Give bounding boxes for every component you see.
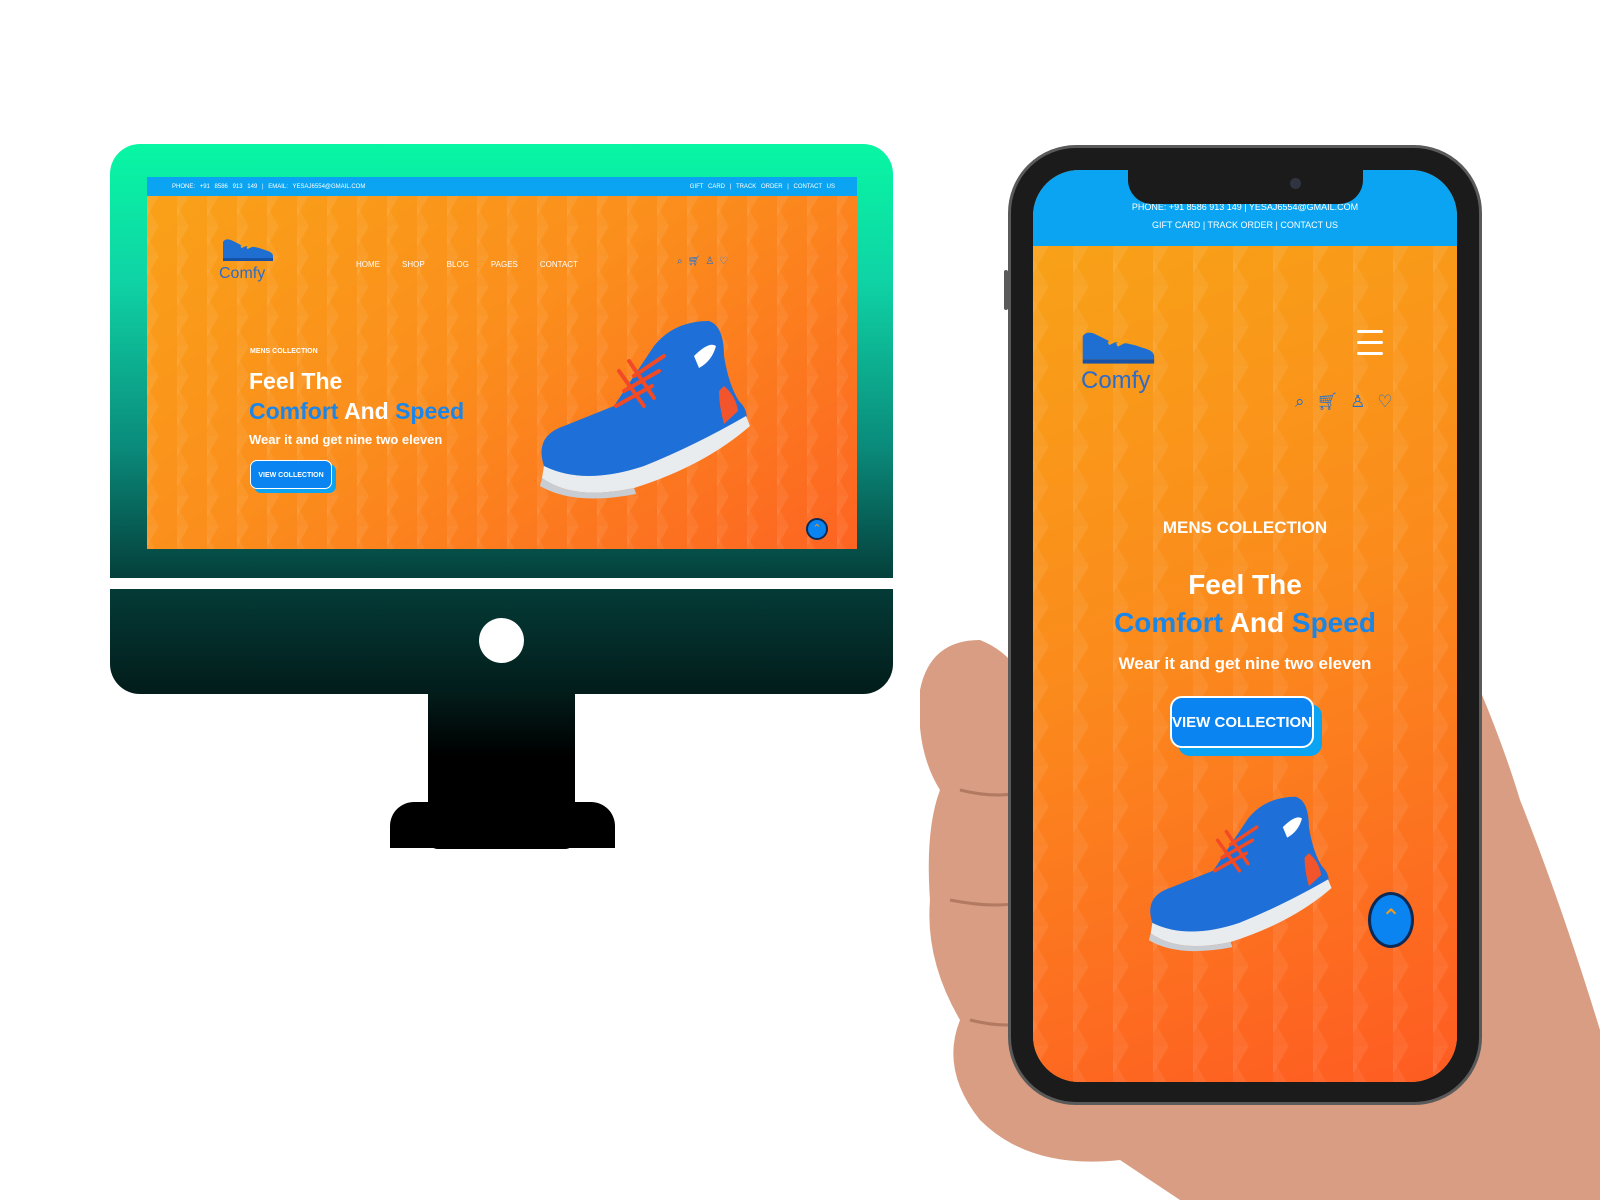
topbar-contact: PHONE: +91 8586 913 149 | EMAIL: YESAJ65… (169, 184, 365, 190)
desktop-screen: PHONE: +91 8586 913 149 | EMAIL: YESAJ65… (147, 177, 857, 549)
gift-card-link[interactable]: CARD (708, 184, 725, 190)
nav-blog[interactable]: BLOG (447, 260, 469, 269)
sneaker-image (540, 321, 750, 499)
separator: | (729, 183, 732, 190)
hero-subheadline: Wear it and get nine two eleven (249, 432, 443, 447)
mockup-stage: PHONE: +91 8586 913 149 | EMAIL: YESAJ65… (0, 0, 1600, 1200)
email-label: EMAIL: (268, 183, 288, 190)
track-order-link[interactable]: TRACK (736, 184, 756, 190)
contact-us-link[interactable]: CONTACT (794, 184, 822, 190)
monitor-camera (479, 618, 524, 663)
phone-label: PHONE: (172, 183, 196, 190)
main-nav: HOME SHOP BLOG PAGES CONTACT (356, 260, 578, 269)
hero-kicker: MENS COLLECTION (250, 348, 318, 355)
topbar-links: GIFT CARD | TRACK ORDER | CONTACT US (687, 184, 835, 190)
user-icon[interactable]: ♙ (705, 256, 714, 267)
nav-contact[interactable]: CONTACT (540, 260, 578, 269)
headline-word: Speed (395, 398, 465, 424)
brand-logo[interactable]: Comfy (219, 234, 275, 283)
headline-word: And (1229, 607, 1285, 638)
cart-icon[interactable]: 🛒︎ (688, 256, 701, 267)
desktop-monitor: PHONE: +91 8586 913 149 | EMAIL: YESAJ65… (110, 144, 893, 849)
headline-line2: Comfort And Speed (1033, 604, 1457, 642)
phone-notch (1128, 170, 1363, 204)
headline-line1: Feel The (1188, 569, 1302, 600)
headline-word: Speed (1291, 607, 1376, 638)
gift-card-link[interactable]: GIFT (690, 184, 704, 190)
mobile-sneaker-image (1148, 796, 1332, 952)
shoe-logo-icon (223, 239, 273, 261)
heart-icon[interactable]: ♡ (719, 256, 728, 267)
nav-pages[interactable]: PAGES (491, 260, 518, 269)
mobile-hero-subheadline: Wear it and get nine two eleven (1118, 654, 1372, 673)
mobile-header-icons: ⌕ 🛒︎ ♙ ♡ (1295, 392, 1393, 412)
mobile-brand-logo[interactable]: Comfy (1077, 324, 1157, 395)
phone-part: 913 (232, 183, 243, 190)
headline-word: Comfort (249, 398, 339, 424)
phone-part: 8586 (214, 183, 228, 190)
desktop-hero: Comfy HOME SHOP BLOG PAGES CONTACT ⌕ 🛒︎ … (147, 196, 857, 549)
email-link[interactable]: YESAJ6554@GMAIL.COM (293, 184, 366, 190)
mobile-screen: PHONE: +91 8586 913 149 | YESAJ6554@GMAI… (1033, 170, 1457, 1082)
mobile-links-line[interactable]: GIFT CARD | TRACK ORDER | CONTACT US (1033, 220, 1457, 230)
front-camera (1290, 178, 1301, 189)
shoe-logo-icon (1082, 332, 1155, 364)
headline-line2: Comfort And Speed (249, 396, 464, 426)
brand-name: Comfy (219, 265, 266, 282)
separator: | (261, 183, 264, 190)
desktop-topbar: PHONE: +91 8586 913 149 | EMAIL: YESAJ65… (147, 177, 857, 196)
headline-word: And (343, 398, 389, 424)
mobile-view-collection-button[interactable]: VIEW COLLECTION (1170, 696, 1314, 748)
nav-shop[interactable]: SHOP (402, 260, 425, 269)
track-order-link[interactable]: ORDER (761, 184, 783, 190)
monitor-divider (110, 578, 893, 589)
separator: | (787, 183, 789, 190)
phone-part: +91 (199, 183, 210, 190)
header-icons: ⌕ 🛒︎ ♙ ♡ (677, 256, 728, 267)
nav-home[interactable]: HOME (356, 260, 380, 269)
scroll-to-top-button[interactable]: ⌃ (806, 518, 828, 540)
search-icon[interactable]: ⌕ (1295, 392, 1305, 412)
user-icon[interactable]: ♙ (1350, 392, 1365, 412)
mobile-hero-headline: Feel The Comfort And Speed (1033, 566, 1457, 642)
contact-us-link[interactable]: US (827, 184, 835, 190)
hamburger-menu-icon[interactable] (1357, 330, 1383, 363)
mobile-brand-name: Comfy (1081, 367, 1151, 394)
cart-icon[interactable]: 🛒︎ (1317, 392, 1339, 412)
monitor-stand (390, 802, 615, 848)
phone-part: 149 (247, 183, 258, 190)
mobile-scroll-to-top-button[interactable]: ⌃ (1368, 892, 1414, 948)
mobile-hero-kicker: MENS COLLECTION (1162, 518, 1328, 537)
hero-headline: Feel The Comfort And Speed (249, 366, 464, 426)
headline-line1: Feel The (249, 368, 343, 394)
heart-icon[interactable]: ♡ (1377, 392, 1392, 412)
mobile-hero: Comfy ⌕ 🛒︎ ♙ ♡ MENS COLLECTION Feel The … (1033, 246, 1457, 1082)
view-collection-button[interactable]: VIEW COLLECTION (250, 460, 332, 489)
search-icon[interactable]: ⌕ (677, 256, 683, 267)
headline-word: Comfort (1114, 607, 1223, 638)
